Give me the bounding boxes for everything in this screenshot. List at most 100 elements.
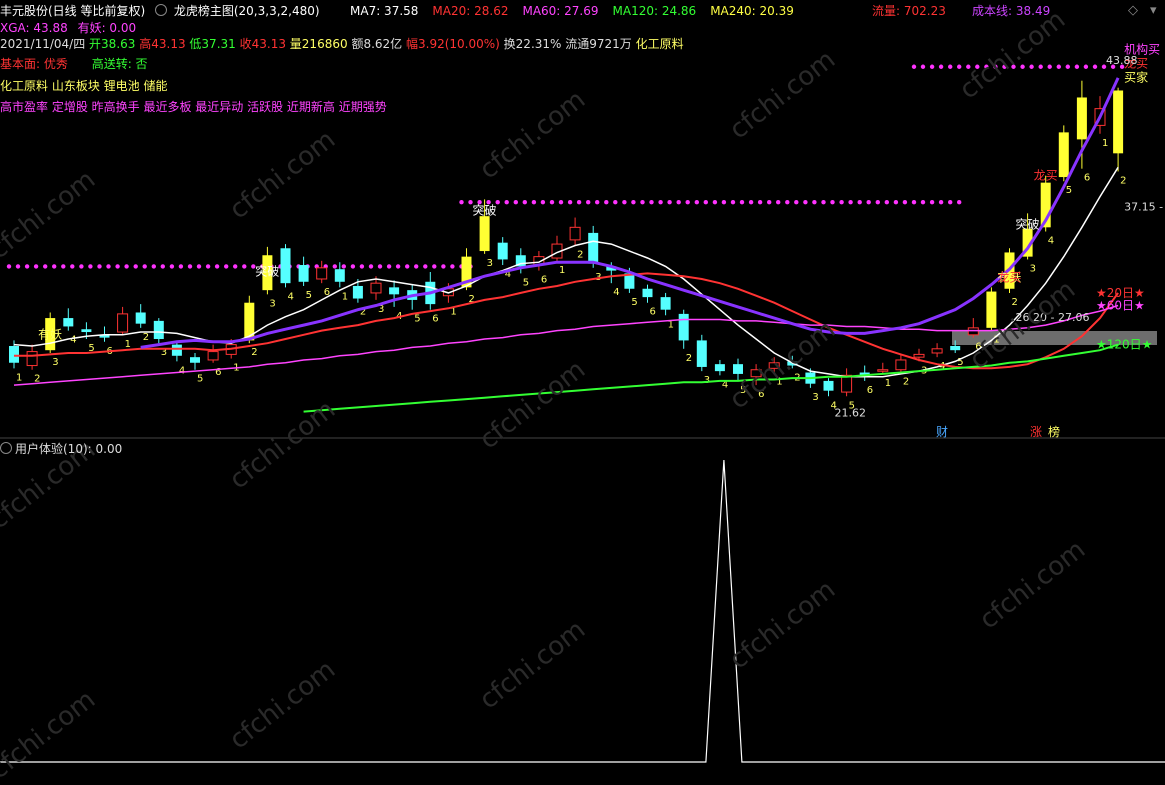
dotted-level-point xyxy=(794,199,799,205)
change-value: 幅3.92(10.00%) xyxy=(406,37,500,51)
fundamental-value: 基本面: 优秀 xyxy=(0,57,68,71)
dotted-level-point xyxy=(658,199,663,205)
dotted-level-point xyxy=(160,264,165,269)
candle-body xyxy=(334,269,345,282)
dotted-level-point xyxy=(767,199,772,205)
dotted-level-point xyxy=(549,199,555,205)
high-transfer-value: 高送转: 否 xyxy=(91,57,148,71)
diamond-icon[interactable]: ◇ xyxy=(1128,3,1138,19)
close-value: 收43.13 xyxy=(239,37,286,51)
dotted-level-point xyxy=(803,199,808,205)
high-value: 高43.13 xyxy=(139,37,186,51)
dotted-level-point xyxy=(196,264,202,269)
dotted-level-point xyxy=(812,199,817,205)
header-row-4: 基本面: 优秀 高送转: 否 xyxy=(0,56,148,72)
dotted-level-point xyxy=(242,264,247,269)
dotted-level-point xyxy=(893,199,899,205)
gear-icon[interactable] xyxy=(155,4,168,16)
dotted-level-point xyxy=(79,264,84,269)
sub-panel-title: 用户体验(10): 0.00 xyxy=(0,440,122,457)
candle-count-label: 4 xyxy=(288,291,294,302)
candle-count-label: 2 xyxy=(686,353,692,364)
dotted-level-point xyxy=(631,199,636,205)
candle-count-label: 2 xyxy=(577,249,583,260)
ma-legend-item: MA7: 37.58 xyxy=(350,4,419,18)
dotted-level-point xyxy=(15,264,21,269)
indicator-name[interactable]: 龙虎榜主图 xyxy=(174,4,234,18)
dotted-level-point xyxy=(622,199,627,205)
candle-body xyxy=(280,248,291,284)
dotted-level-point xyxy=(685,199,690,205)
signal-label: 突破 xyxy=(473,202,497,217)
dotted-level-point xyxy=(712,199,718,205)
ma-period-label: ★120日★ xyxy=(1096,338,1152,352)
candle-count-label: 4 xyxy=(1048,236,1054,247)
dotted-level-point xyxy=(785,199,790,205)
dotted-level-point xyxy=(938,199,944,205)
dotted-level-point xyxy=(730,199,736,205)
candle-count-label: 4 xyxy=(70,335,76,346)
collapse-icon[interactable]: ▾ xyxy=(1150,3,1157,19)
dotted-level-point xyxy=(567,199,573,205)
stock-name[interactable]: 丰元股份(日线 等比前复权) xyxy=(0,3,145,19)
candle-count-label: 1 xyxy=(559,265,565,276)
candle-body xyxy=(497,242,508,260)
signal-label: 龙买 xyxy=(997,270,1021,284)
concept-list: 化工原料 山东板块 锂电池 储能 xyxy=(0,79,168,93)
bottom-mark: 榜 xyxy=(1048,424,1060,439)
candle-count-label: 3 xyxy=(52,357,58,368)
dotted-level-point xyxy=(929,199,935,205)
candle-body xyxy=(81,329,92,333)
turnover-value: 换22.31% xyxy=(503,37,562,51)
dotted-level-point xyxy=(866,199,871,205)
candle-count-label: 1 xyxy=(342,291,348,302)
gear-icon[interactable] xyxy=(0,442,12,454)
dotted-level-point xyxy=(911,199,917,205)
candle-body xyxy=(913,353,925,358)
candle-body xyxy=(696,340,707,367)
candle-body xyxy=(895,359,907,371)
dotted-level-point xyxy=(61,264,66,269)
dotted-level-point xyxy=(414,264,419,269)
dotted-level-point xyxy=(884,199,889,205)
youyao-value: 有妖: 0.00 xyxy=(77,21,137,35)
candle-count-label: 6 xyxy=(432,314,438,325)
dotted-level-point xyxy=(88,264,93,269)
candle-count-label: 5 xyxy=(306,290,312,301)
dotted-level-point xyxy=(214,264,220,269)
candle-body xyxy=(190,357,200,363)
amount-value: 额8.62亿 xyxy=(351,37,403,51)
ma-legend-item: MA240: 20.39 xyxy=(710,4,794,18)
dotted-level-point xyxy=(757,199,763,205)
candle-count-label: 6 xyxy=(1084,173,1090,184)
signal-label: 突破 xyxy=(255,264,279,279)
candle-count-label: 1 xyxy=(885,378,891,389)
candle-body xyxy=(660,297,671,310)
candle-body xyxy=(931,348,943,354)
dotted-level-point xyxy=(359,264,365,269)
dotted-level-point xyxy=(586,199,591,205)
dotted-level-point xyxy=(43,264,48,269)
indicator-params: (20,3,3,2,480) xyxy=(233,4,320,18)
candle-body xyxy=(117,313,129,333)
dotted-level-point xyxy=(332,264,337,269)
dotted-level-point xyxy=(522,199,527,205)
bottom-mark: 财 xyxy=(936,425,948,439)
date-value: 2021/11/04/四 xyxy=(0,37,86,51)
dotted-level-point xyxy=(459,199,464,205)
dotted-level-point xyxy=(540,199,546,205)
dotted-level-point xyxy=(24,264,30,269)
dotted-level-point xyxy=(142,264,147,269)
volume-value: 量216860 xyxy=(289,37,348,51)
dotted-level-point xyxy=(33,264,39,269)
candle-body xyxy=(171,344,182,356)
dotted-level-point xyxy=(350,264,356,269)
dotted-level-point xyxy=(450,264,455,269)
candle-count-label: 5 xyxy=(197,374,203,385)
candle-count-label: 1 xyxy=(125,339,131,350)
candle-body xyxy=(823,380,834,391)
dotted-level-point xyxy=(124,264,129,269)
flow-label: 流量: 702.23 xyxy=(872,4,946,18)
ma-period-label: ★60日★ xyxy=(1096,299,1145,313)
header-row-2: XGA: 43.88 有妖: 0.00 xyxy=(0,20,142,36)
